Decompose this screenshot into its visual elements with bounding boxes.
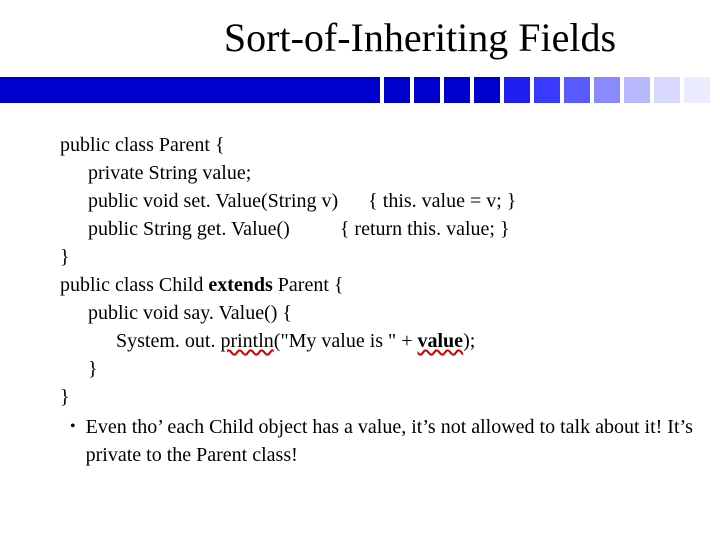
code-line-8d-err: value xyxy=(418,330,464,352)
code-line-5: } xyxy=(60,243,696,271)
slide-title: Sort-of-Inheriting Fields xyxy=(0,0,720,71)
code-line-3: public void set. Value(String v) { this.… xyxy=(60,187,696,215)
bullet-dot-icon: • xyxy=(70,413,76,441)
solid-bar xyxy=(0,77,380,103)
square-8 xyxy=(594,77,620,103)
code-line-4: public String get. Value() { return this… xyxy=(60,215,696,243)
code-line-4b: { return this. value; } xyxy=(340,218,510,240)
code-line-6: public class Child extends Parent { xyxy=(60,271,696,299)
code-line-6a: public class Child xyxy=(60,274,208,296)
gradient-squares xyxy=(384,77,710,103)
code-line-3a: public void set. Value(String v) xyxy=(88,190,338,212)
square-7 xyxy=(564,77,590,103)
code-line-4a: public String get. Value() xyxy=(88,218,290,240)
code-line-2: private String value; xyxy=(60,159,696,187)
slide: Sort-of-Inheriting Fields public class P… xyxy=(0,0,720,540)
code-line-6c: Parent { xyxy=(273,274,344,296)
square-11 xyxy=(684,77,710,103)
code-line-8a: System. out. xyxy=(116,330,220,352)
square-5 xyxy=(504,77,530,103)
code-line-1: public class Parent { xyxy=(60,131,696,159)
code-line-7: public void say. Value() { xyxy=(60,299,696,327)
square-3 xyxy=(444,77,470,103)
code-line-10: } xyxy=(60,383,696,411)
square-9 xyxy=(624,77,650,103)
slide-content: public class Parent { private String val… xyxy=(0,103,720,469)
bullet-item: • Even tho’ each Child object has a valu… xyxy=(60,413,696,469)
bullet-text: Even tho’ each Child object has a value,… xyxy=(86,413,696,469)
code-line-3b: { this. value = v; } xyxy=(368,190,516,212)
square-4 xyxy=(474,77,500,103)
square-6 xyxy=(534,77,560,103)
square-2 xyxy=(414,77,440,103)
square-1 xyxy=(384,77,410,103)
code-line-9: } xyxy=(60,355,696,383)
code-line-8b-err: println xyxy=(220,330,273,352)
decorative-bar xyxy=(0,77,720,103)
code-line-8e: ); xyxy=(463,330,475,352)
square-10 xyxy=(654,77,680,103)
code-line-8: System. out. println("My value is " + va… xyxy=(60,327,696,355)
extends-keyword: extends xyxy=(208,274,272,296)
code-line-8c: ("My value is " + xyxy=(274,330,418,352)
